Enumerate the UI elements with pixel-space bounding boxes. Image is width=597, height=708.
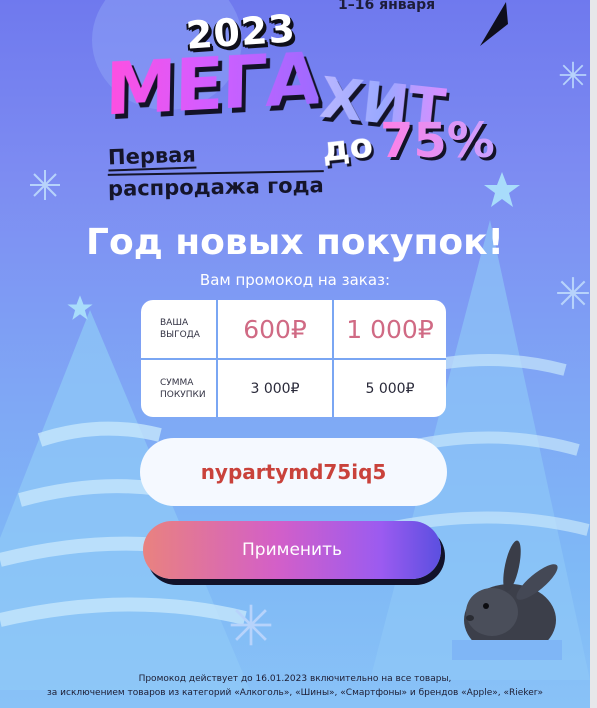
terms-footer: Промокод действует до 16.01.2023 включит… [0,672,590,700]
page-title: Год новых покупок! [86,222,504,263]
star-icon [67,295,93,320]
star-icon [484,172,520,207]
discount-table: ВАША ВЫГОДА 600₽ 1 000₽ СУММА ПОКУПКИ 3 00… [141,300,446,417]
promo-code-field[interactable]: nypartymd75iq5 [140,438,447,506]
snowflake-icon [559,61,587,89]
purchase-value: 5 000₽ [365,380,415,397]
black-triangle-decoration [480,2,508,46]
tagline-first: Первая [107,142,197,172]
benefit-value: 600₽ [243,314,307,344]
apply-button[interactable]: Применить [143,521,441,579]
tagline-first-text: Первая [107,142,197,172]
row-label-purchase: СУММА ПОКУПКИ [141,360,216,417]
scrollbar-track[interactable] [590,0,597,708]
logo-word-mega: МЕГА [104,36,321,132]
benefit-value: 1 000₽ [346,314,434,344]
snowflake-icon [30,170,60,200]
promo-subtitle: Вам промокод на заказ: [199,271,391,289]
row-label-line: ВЫГОДА [160,330,200,340]
logo-discount: 75% [380,113,495,169]
promo-dates: 1–16 января [338,0,436,13]
row-label-line: ВАША [160,318,189,328]
promo-email-frame: 1–16 января 2023 МЕГА ХИТ до 75% Первая … [0,0,597,708]
tagline-second: распродажа года [107,170,324,201]
logo-prefix: до [320,125,375,171]
row-label-line: ПОКУПКИ [160,389,206,400]
rabbit-illustration [452,540,562,660]
row-label-line: СУММА [160,377,194,388]
snowflake-icon [230,604,272,646]
terms-line: за исключением товаров из категорий «Алк… [47,688,543,698]
row-label-benefit: ВАША ВЫГОДА [141,300,216,358]
terms-line: Промокод действует до 16.01.2023 включит… [138,674,452,684]
purchase-value: 3 000₽ [250,380,300,397]
